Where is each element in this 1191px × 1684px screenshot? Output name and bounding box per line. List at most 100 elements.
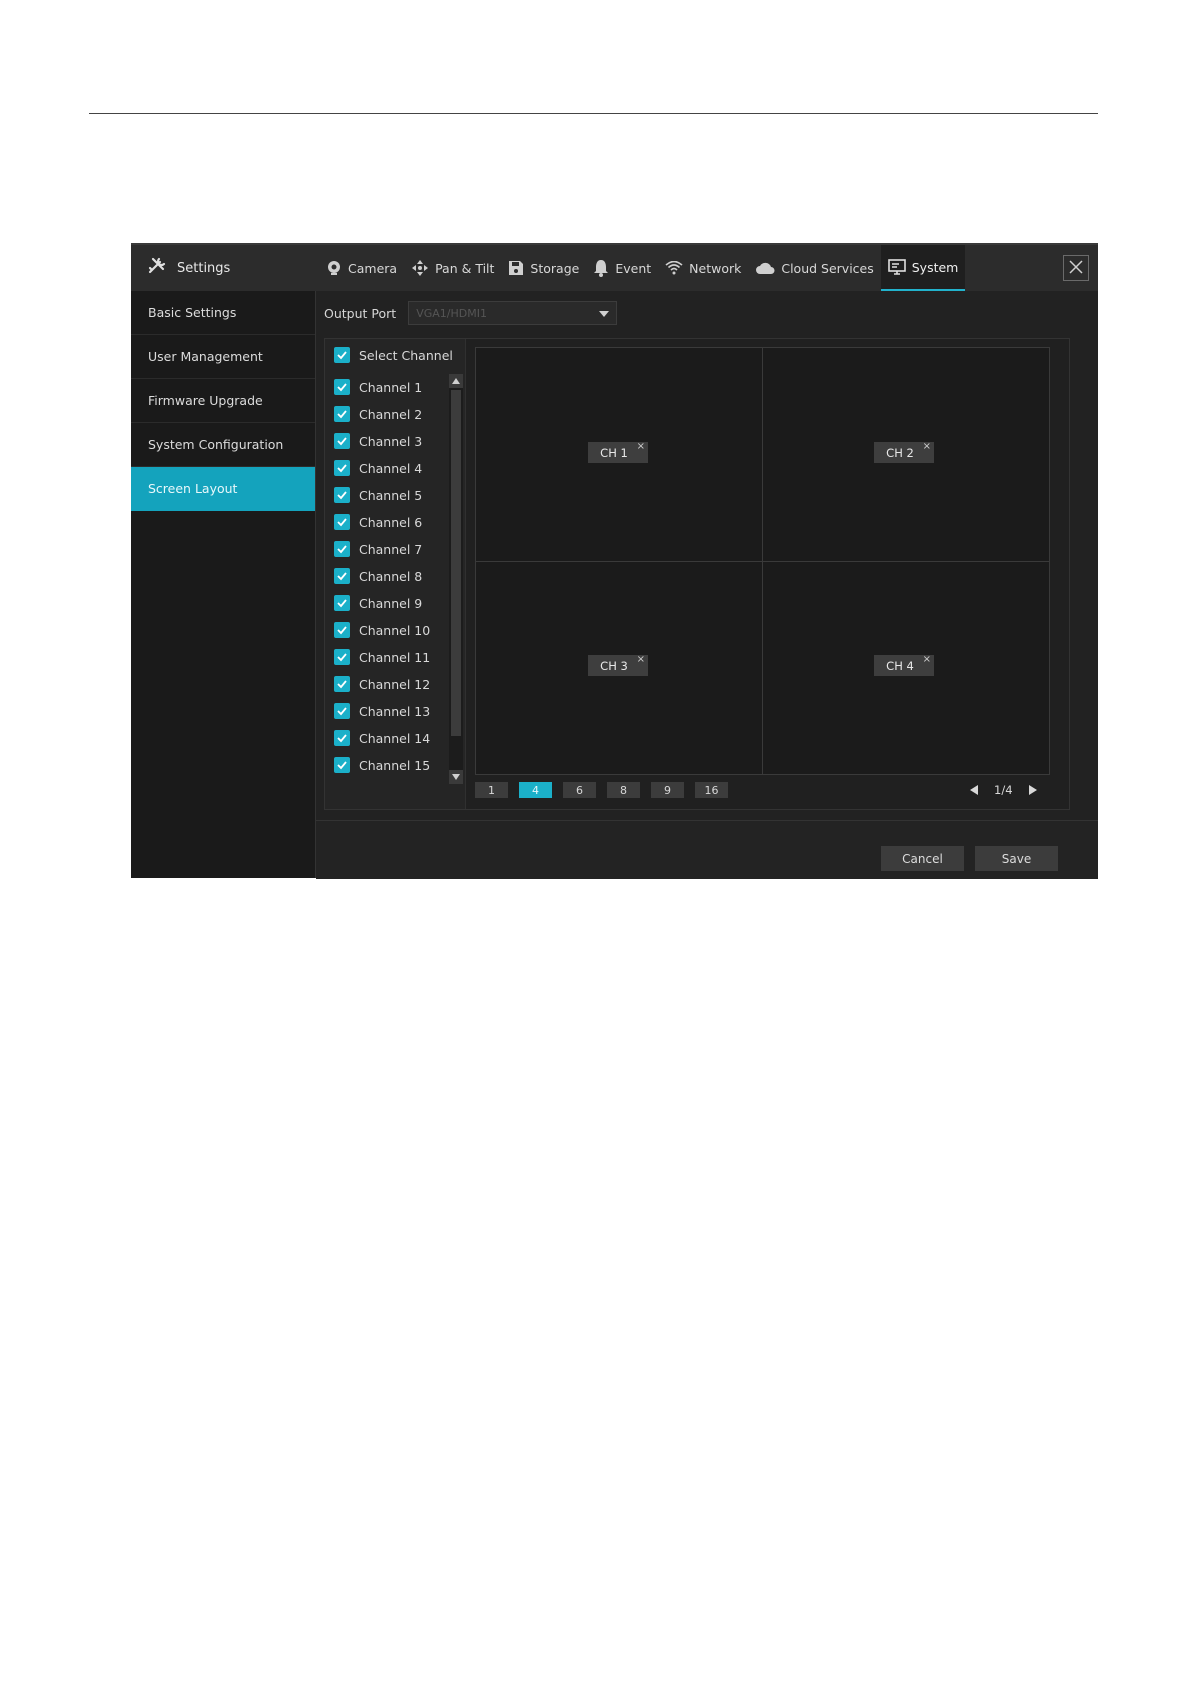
sidebar-item-user-management[interactable]: User Management: [131, 335, 315, 379]
grid-divider: [476, 561, 1049, 562]
layout-option-button[interactable]: 6: [563, 782, 596, 798]
channel-label: Channel 8: [359, 568, 423, 584]
remove-icon[interactable]: ×: [637, 654, 645, 665]
sidebar-item-firmware-upgrade[interactable]: Firmware Upgrade: [131, 379, 315, 423]
channel-label: Channel 14: [359, 730, 431, 746]
tab-cloud-services[interactable]: Cloud Services: [748, 245, 880, 291]
tab-storage-label: Storage: [530, 260, 580, 276]
channel-checkbox[interactable]: Channel 6: [334, 514, 422, 530]
channel-checkbox[interactable]: Channel 1: [334, 379, 422, 395]
channel-checkbox[interactable]: Channel 8: [334, 568, 422, 584]
settings-window: Settings Camera Pan & Tilt Storage Event: [131, 243, 1098, 879]
layout-option-button[interactable]: 4: [519, 782, 552, 798]
previous-page-icon[interactable]: [970, 785, 978, 795]
cell-channel-label: CH 4: [886, 658, 914, 673]
camera-icon: [326, 260, 342, 276]
select-channel-label: Select Channel: [359, 347, 453, 363]
scroll-up-button[interactable]: [449, 374, 463, 388]
channel-label: Channel 1: [359, 379, 423, 395]
cell-channel-label: CH 3: [600, 658, 628, 673]
remove-icon[interactable]: ×: [923, 654, 931, 665]
cell-channel-tag[interactable]: CH 2 ×: [874, 441, 934, 463]
cell-channel-label: CH 1: [600, 445, 628, 460]
checkbox-checked-icon: [334, 757, 350, 773]
output-port-label: Output Port: [324, 305, 397, 321]
tab-pan-tilt-label: Pan & Tilt: [435, 260, 495, 276]
layout-option-button[interactable]: 9: [651, 782, 684, 798]
channel-checkbox[interactable]: Channel 11: [334, 649, 430, 665]
tab-cloud-services-label: Cloud Services: [781, 260, 874, 276]
pan-tilt-icon: [411, 259, 429, 277]
layout-options: 1 4 6 8 9 16: [475, 782, 728, 798]
layout-option-button[interactable]: 8: [607, 782, 640, 798]
tab-network-label: Network: [689, 260, 742, 276]
page-indicator: 1/4: [994, 783, 1013, 797]
tab-pan-tilt[interactable]: Pan & Tilt: [404, 245, 501, 291]
checkbox-checked-icon: [334, 622, 350, 638]
remove-icon[interactable]: ×: [923, 441, 931, 452]
channel-checkbox[interactable]: Channel 14: [334, 730, 430, 746]
tab-event[interactable]: Event: [586, 245, 658, 291]
checkbox-checked-icon: [334, 595, 350, 611]
channel-label: Channel 3: [359, 433, 423, 449]
sidebar-item-label: User Management: [148, 349, 263, 364]
scrollbar-thumb[interactable]: [451, 390, 461, 736]
channel-checkbox[interactable]: Channel 13: [334, 703, 430, 719]
cell-channel-tag[interactable]: CH 3 ×: [588, 654, 648, 676]
cell-channel-label: CH 2: [886, 445, 914, 460]
channel-checkbox[interactable]: Channel 15: [334, 757, 430, 773]
tab-camera[interactable]: Camera: [319, 245, 404, 291]
tab-network[interactable]: Network: [658, 245, 748, 291]
channel-label: Channel 12: [359, 676, 431, 692]
checkbox-checked-icon: [334, 703, 350, 719]
channel-label: Channel 5: [359, 487, 423, 503]
tab-system[interactable]: System: [880, 245, 966, 291]
channel-checkbox[interactable]: Channel 3: [334, 433, 422, 449]
channel-checkbox[interactable]: Channel 7: [334, 541, 422, 557]
sidebar-item-basic-settings[interactable]: Basic Settings: [131, 291, 315, 335]
sidebar-item-system-configuration[interactable]: System Configuration: [131, 423, 315, 467]
next-page-icon[interactable]: [1028, 785, 1037, 795]
channel-scrollbar[interactable]: [449, 374, 463, 784]
checkbox-checked-icon: [334, 406, 350, 422]
checkbox-checked-icon: [334, 379, 350, 395]
channel-checkbox[interactable]: Channel 5: [334, 487, 422, 503]
channel-checkbox[interactable]: Channel 2: [334, 406, 422, 422]
page-divider: [89, 113, 1098, 114]
remove-icon[interactable]: ×: [637, 441, 645, 452]
sidebar: Basic Settings User Management Firmware …: [131, 291, 316, 878]
top-bar: Settings Camera Pan & Tilt Storage Event: [131, 245, 1098, 291]
channel-label: Channel 11: [359, 649, 431, 665]
select-channel-checkbox[interactable]: Select Channel: [334, 347, 453, 363]
channel-label: Channel 7: [359, 541, 423, 557]
scroll-down-button[interactable]: [449, 770, 463, 784]
tab-storage[interactable]: Storage: [501, 245, 586, 291]
tab-event-label: Event: [615, 260, 652, 276]
bell-icon: [593, 259, 609, 277]
save-button[interactable]: Save: [975, 846, 1058, 871]
channel-list: Select Channel Channel 1 Channel 2 Channel…: [325, 339, 466, 809]
settings-label: Settings: [177, 260, 231, 276]
checkbox-checked-icon: [334, 676, 350, 692]
cell-channel-tag[interactable]: CH 1 ×: [588, 441, 648, 463]
checkbox-checked-icon: [334, 541, 350, 557]
channel-checkbox[interactable]: Channel 12: [334, 676, 430, 692]
channel-checkbox[interactable]: Channel 10: [334, 622, 430, 638]
channel-label: Channel 9: [359, 595, 423, 611]
output-port-select[interactable]: VGA1/HDMI1: [408, 301, 618, 325]
close-button[interactable]: [1063, 255, 1089, 281]
cancel-button[interactable]: Cancel: [881, 846, 964, 871]
channel-label: Channel 2: [359, 406, 423, 422]
tab-system-label: System: [911, 259, 959, 275]
sidebar-item-label: Basic Settings: [148, 305, 237, 320]
checkbox-checked-icon: [334, 649, 350, 665]
channel-checkbox[interactable]: Channel 4: [334, 460, 422, 476]
checkbox-checked-icon: [334, 568, 350, 584]
layout-option-button[interactable]: 16: [695, 782, 728, 798]
screen-layout-grid: CH 1 × CH 2 × CH 3 × CH 4 ×: [475, 347, 1050, 775]
layout-option-button[interactable]: 1: [475, 782, 508, 798]
storage-icon: [508, 260, 524, 276]
cell-channel-tag[interactable]: CH 4 ×: [874, 654, 934, 676]
sidebar-item-screen-layout[interactable]: Screen Layout: [131, 467, 315, 511]
channel-checkbox[interactable]: Channel 9: [334, 595, 422, 611]
